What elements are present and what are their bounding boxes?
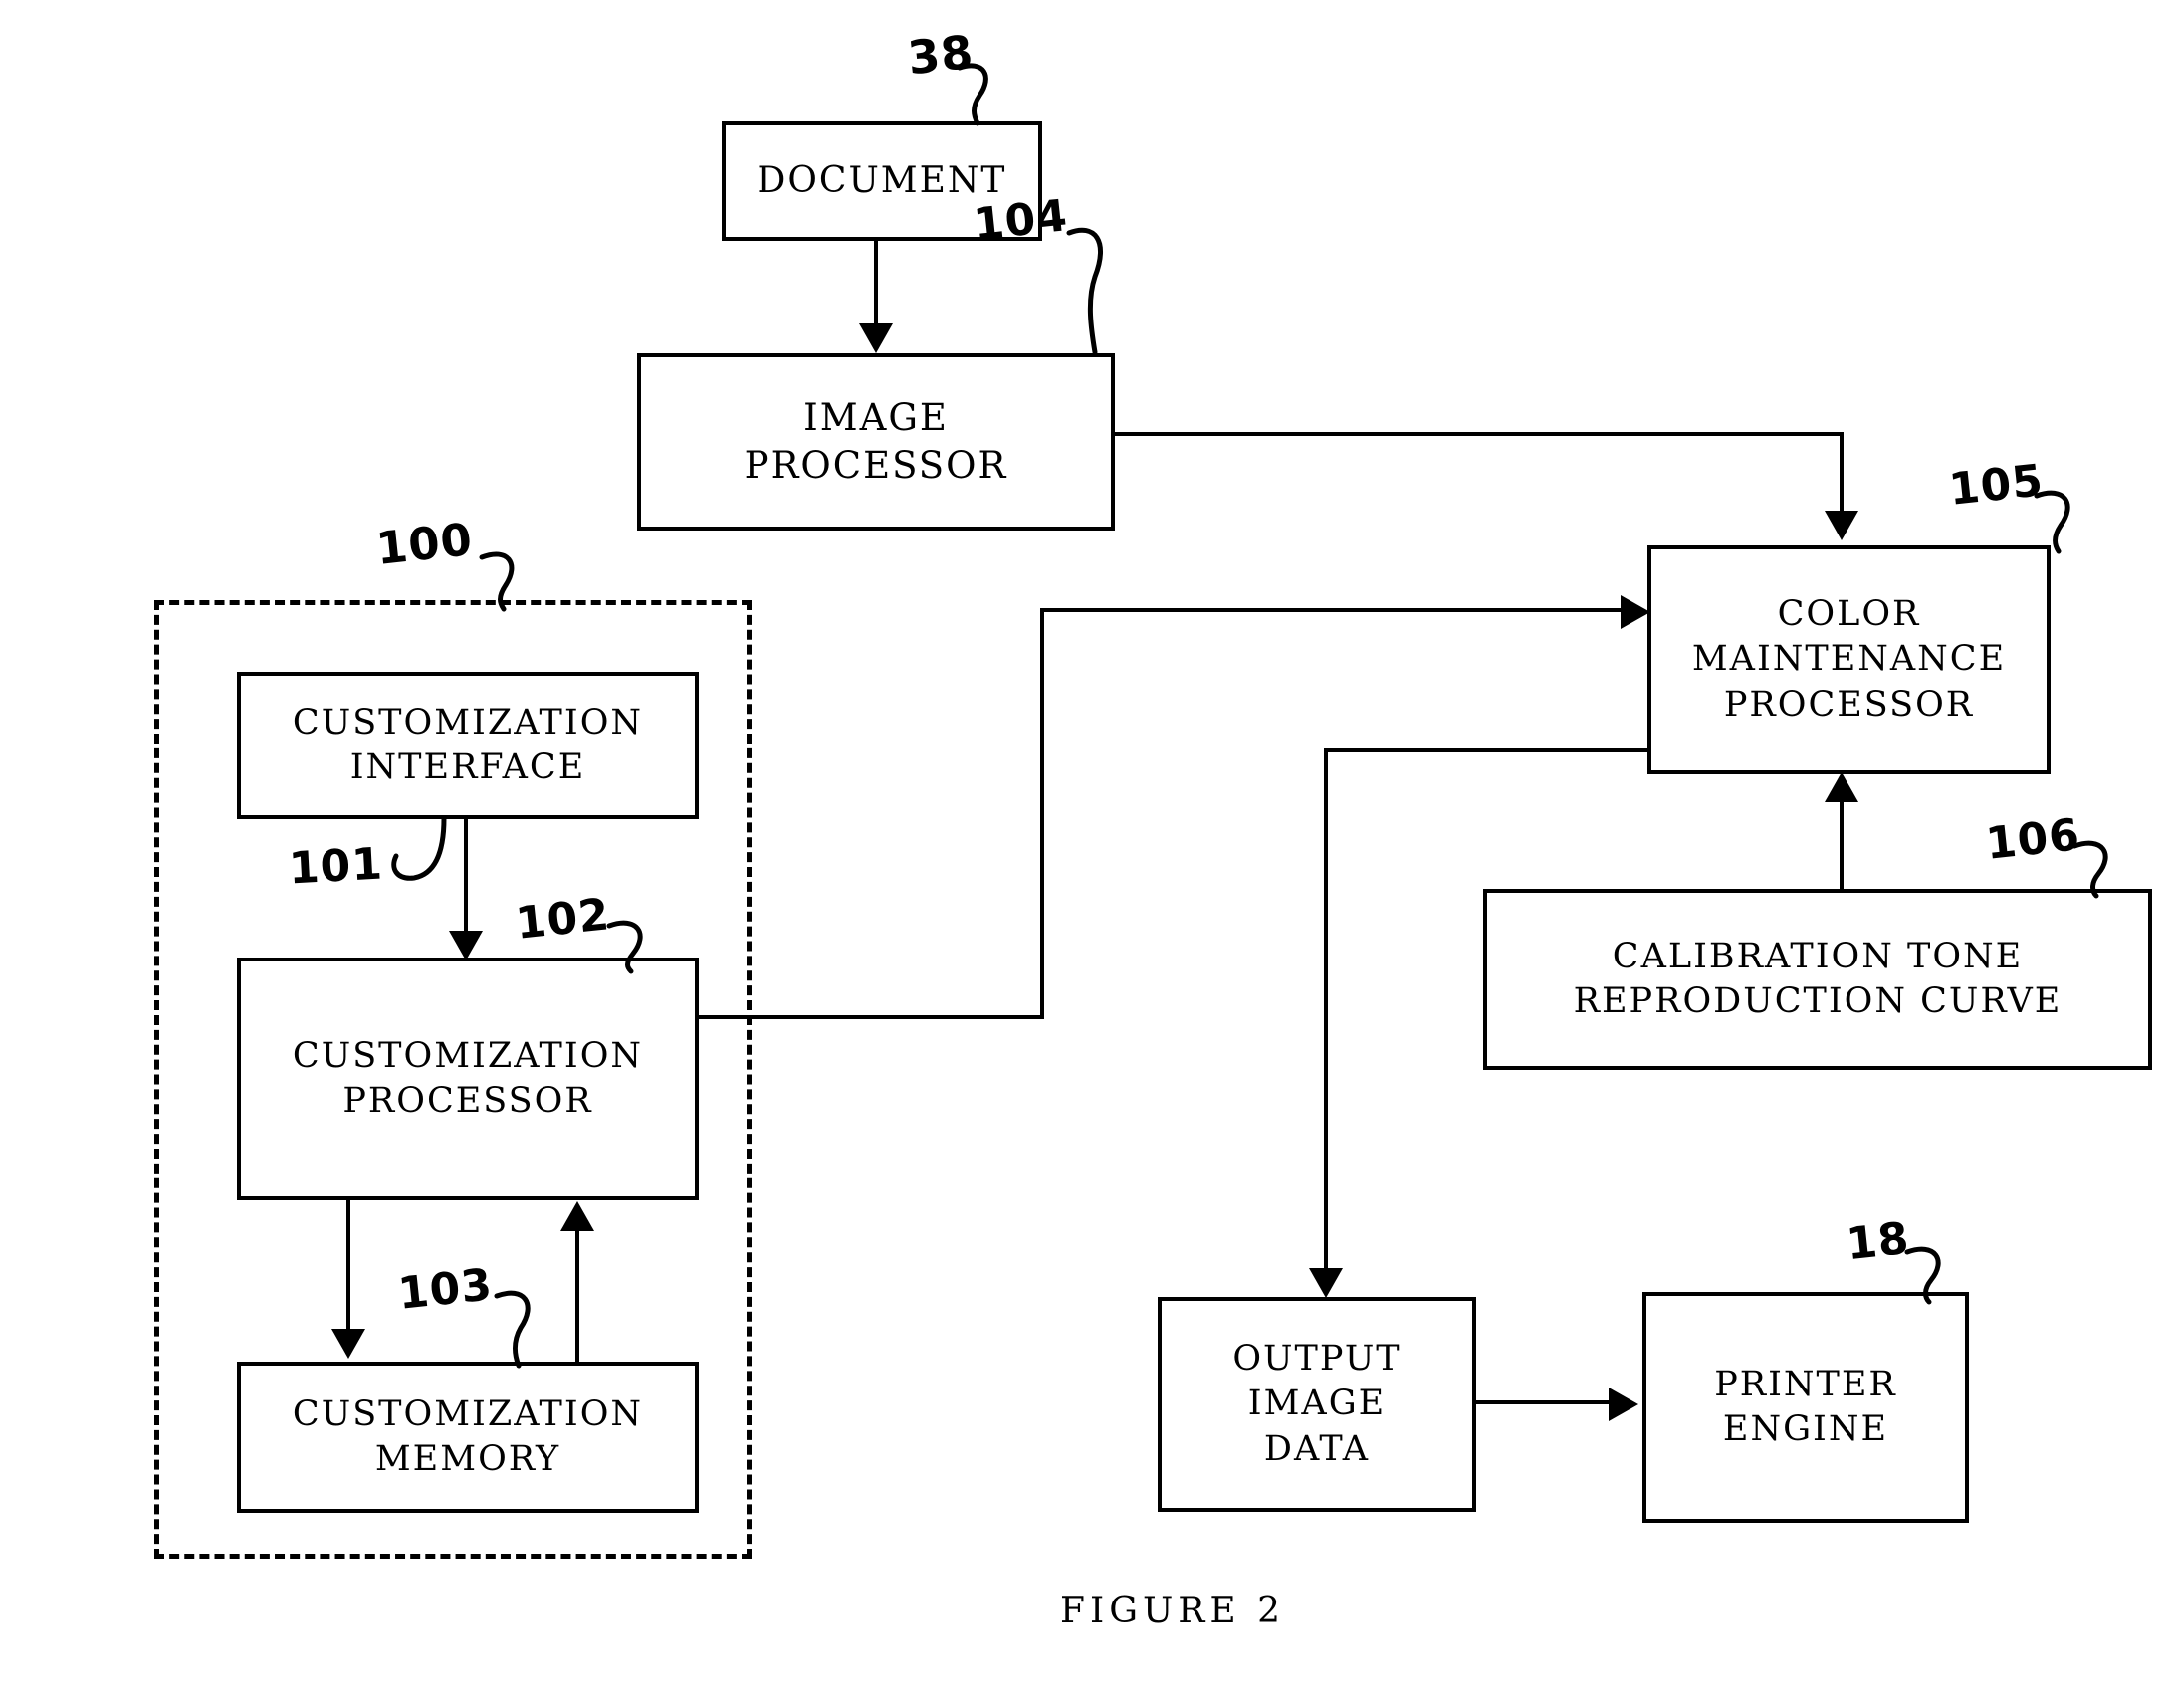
customization-processor-label-line1: CUSTOMIZATION <box>292 1035 644 1076</box>
connector-processor-to-memory <box>346 1199 350 1331</box>
arrowhead-interface-to-processor <box>449 931 483 961</box>
leader-line-18-icon <box>1904 1246 1941 1305</box>
output-image-data-label-line1: OUTPUT <box>1232 1338 1402 1379</box>
connector-document-to-image-processor <box>874 239 878 326</box>
printer-engine-box: PRINTER ENGINE <box>1642 1292 1969 1523</box>
image-processor-label-line1: IMAGE <box>803 395 949 439</box>
calibration-trc-label-line1: CALIBRATION TONE <box>1612 936 2024 976</box>
leader-line-102-icon <box>606 920 643 974</box>
customization-interface-label-line2: INTERFACE <box>349 747 586 787</box>
cmp-label-line3: PROCESSOR <box>1723 684 1975 725</box>
leader-line-105-icon <box>2034 490 2070 554</box>
image-processor-box: IMAGE PROCESSOR <box>637 353 1115 531</box>
arrowhead-memory-to-processor <box>560 1201 594 1231</box>
arrowhead-output-to-printer <box>1609 1388 1638 1421</box>
output-image-data-box: OUTPUT IMAGE DATA <box>1158 1297 1476 1512</box>
customization-processor-label-line2: PROCESSOR <box>342 1081 593 1121</box>
arrowhead-document-to-image-processor <box>859 323 893 353</box>
color-maintenance-processor-box: COLOR MAINTENANCE PROCESSOR <box>1647 545 2051 774</box>
image-processor-label-line2: PROCESSOR <box>744 444 1008 487</box>
calibration-trc-box: CALIBRATION TONE REPRODUCTION CURVE <box>1483 889 2152 1070</box>
cmp-label-line2: MAINTENANCE <box>1691 639 2007 680</box>
arrowhead-custproc-to-cmp <box>1621 595 1650 629</box>
leader-line-103-icon <box>494 1290 531 1369</box>
reference-numeral-103: 103 <box>395 1259 496 1320</box>
customization-interface-label-line1: CUSTOMIZATION <box>292 702 644 743</box>
connector-image-processor-to-cmp-vertical <box>1840 432 1844 514</box>
customization-interface-box: CUSTOMIZATION INTERFACE <box>237 672 699 819</box>
customization-memory-label-line1: CUSTOMIZATION <box>292 1393 644 1434</box>
figure-caption: FIGURE 2 <box>1060 1591 1286 1631</box>
printer-engine-label-line2: ENGINE <box>1722 1409 1889 1449</box>
leader-line-106-icon <box>2071 840 2108 899</box>
printer-engine-label-line1: PRINTER <box>1714 1364 1897 1404</box>
connector-calibration-to-cmp <box>1840 802 1844 892</box>
reference-numeral-104: 104 <box>971 190 1071 251</box>
connector-custproc-to-cmp-seg1 <box>697 1015 1044 1019</box>
customization-memory-label-line2: MEMORY <box>374 1439 561 1479</box>
arrowhead-calibration-to-cmp <box>1825 772 1858 802</box>
reference-numeral-106: 106 <box>1983 809 2083 870</box>
cmp-label-line1: COLOR <box>1777 593 1921 634</box>
leader-line-38-icon <box>957 63 988 126</box>
customization-memory-box: CUSTOMIZATION MEMORY <box>237 1362 699 1513</box>
arrowhead-image-processor-to-cmp <box>1825 511 1858 540</box>
connector-cmp-to-output-seg1 <box>1324 748 1650 752</box>
connector-custproc-to-cmp-seg3 <box>1040 608 1632 612</box>
leader-line-104-icon <box>1066 227 1103 355</box>
arrowhead-processor-to-memory <box>331 1329 365 1359</box>
document-label: DOCUMENT <box>757 159 1007 201</box>
customization-processor-box: CUSTOMIZATION PROCESSOR <box>237 958 699 1200</box>
connector-cmp-to-output-seg2 <box>1324 748 1328 1271</box>
reference-numeral-18: 18 <box>1844 1212 1912 1271</box>
reference-numeral-100: 100 <box>373 513 476 575</box>
patent-figure-page: DOCUMENT IMAGE PROCESSOR CUSTOMIZATION I… <box>0 0 2173 1708</box>
output-image-data-label-line3: DATA <box>1263 1428 1371 1469</box>
reference-numeral-105: 105 <box>1946 455 2047 516</box>
leader-line-101-icon <box>391 815 447 881</box>
arrowhead-cmp-to-output <box>1309 1268 1343 1298</box>
output-image-data-label-line2: IMAGE <box>1247 1384 1387 1424</box>
leader-line-100-icon <box>479 551 515 612</box>
connector-interface-to-processor <box>464 816 468 934</box>
connector-image-processor-to-cmp-horizontal <box>1115 432 1844 436</box>
reference-numeral-102: 102 <box>513 889 613 950</box>
calibration-trc-label-line2: REPRODUCTION CURVE <box>1573 981 2063 1021</box>
connector-output-to-printer <box>1473 1400 1613 1404</box>
connector-memory-to-processor <box>575 1231 579 1364</box>
connector-custproc-to-cmp-seg2 <box>1040 608 1044 1019</box>
